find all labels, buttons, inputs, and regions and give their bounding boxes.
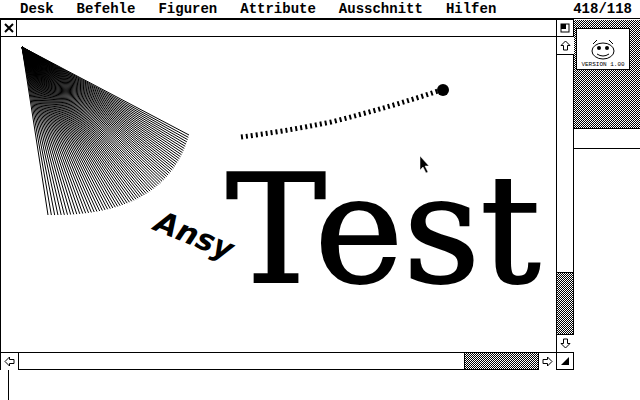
title-bar[interactable]: [1, 20, 573, 37]
menu-item[interactable]: Ausschnitt: [335, 2, 427, 16]
mouse-cursor-icon: [420, 156, 429, 173]
coordinates-display: 418/118: [573, 2, 632, 16]
menu-item[interactable]: Befehle: [73, 2, 140, 16]
vertical-scrollbar[interactable]: [556, 37, 573, 352]
full-box[interactable]: [556, 20, 573, 36]
scroll-down-button-icon: [560, 338, 571, 349]
desktop: Desk Befehle Figuren Attribute Ausschnitt Hil…: [0, 0, 640, 400]
close-box[interactable]: [1, 20, 17, 36]
paint-window: TestAnsy: [0, 19, 574, 370]
size-box[interactable]: [556, 353, 573, 369]
horizontal-scrollbar[interactable]: [1, 352, 573, 369]
scroll-left-button-icon: [4, 356, 15, 367]
spray-text: Test: [226, 84, 540, 317]
scroll-right-button[interactable]: [539, 353, 556, 370]
scroll-left-button[interactable]: [1, 353, 18, 370]
fullscreen-icon: [560, 23, 570, 33]
menu-bar: Desk Befehle Figuren Attribute Ausschnitt Hil…: [0, 0, 640, 19]
resize-icon: [560, 356, 570, 366]
icon-area: VERSION 1.00: [572, 20, 640, 128]
menu-item[interactable]: Attribute: [236, 2, 320, 16]
scroll-right-button-icon: [542, 356, 553, 367]
close-icon: [4, 23, 14, 33]
scroll-up-button-icon: [560, 40, 571, 51]
menu-item[interactable]: Desk: [16, 2, 58, 16]
scroll-down-button[interactable]: [557, 335, 574, 352]
fan-figure: [22, 47, 189, 215]
vertical-thumb[interactable]: [557, 55, 573, 273]
menu-item[interactable]: Figuren: [154, 2, 221, 16]
horizontal-thumb[interactable]: [19, 353, 465, 369]
brush-text: Ansy: [148, 203, 240, 267]
canvas[interactable]: TestAnsy: [1, 37, 556, 352]
logo: VERSION 1.00: [576, 28, 630, 70]
scroll-up-button[interactable]: [557, 37, 574, 54]
menu-item[interactable]: Hilfen: [442, 2, 500, 16]
svg-text:Test: Test: [226, 143, 540, 317]
mascot-icon: [588, 38, 618, 62]
